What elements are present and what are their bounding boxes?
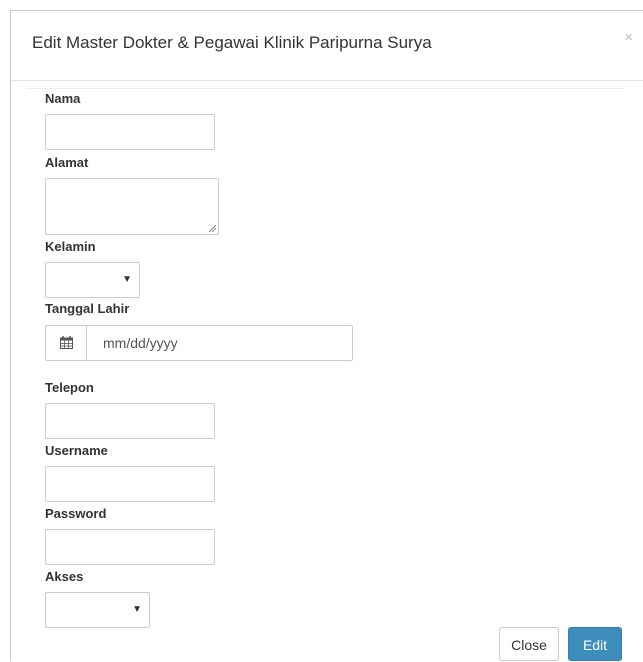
kelamin-select[interactable]: ▼ bbox=[45, 262, 140, 298]
resize-grip-icon[interactable] bbox=[209, 225, 216, 232]
nama-label: Nama bbox=[45, 91, 81, 106]
calendar-icon bbox=[60, 336, 73, 349]
page-backdrop bbox=[0, 0, 10, 661]
calendar-addon bbox=[46, 326, 87, 360]
edit-button[interactable]: Edit bbox=[568, 627, 622, 661]
username-label: Username bbox=[45, 443, 108, 458]
tanggal-lahir-input[interactable]: mm/dd/yyyy bbox=[103, 335, 178, 351]
alamat-label: Alamat bbox=[45, 155, 89, 170]
alamat-textarea[interactable] bbox=[45, 178, 219, 235]
modal-header: Edit Master Dokter & Pegawai Klinik Pari… bbox=[11, 11, 643, 81]
telepon-input[interactable] bbox=[45, 403, 215, 439]
chevron-down-icon: ▼ bbox=[122, 274, 132, 285]
tanggal-lahir-label: Tanggal Lahir bbox=[45, 301, 130, 316]
username-input[interactable] bbox=[45, 466, 215, 502]
password-label: Password bbox=[45, 506, 107, 521]
form-divider bbox=[26, 88, 624, 89]
close-icon[interactable]: × bbox=[624, 29, 633, 46]
akses-label: Akses bbox=[45, 569, 84, 584]
telepon-label: Telepon bbox=[45, 380, 94, 395]
password-input[interactable] bbox=[45, 529, 215, 565]
tanggal-lahir-input-group[interactable]: mm/dd/yyyy bbox=[45, 325, 353, 361]
close-button[interactable]: Close bbox=[499, 627, 559, 661]
chevron-down-icon: ▼ bbox=[132, 604, 142, 615]
nama-input[interactable] bbox=[45, 114, 215, 150]
kelamin-label: Kelamin bbox=[45, 239, 96, 254]
modal-title: Edit Master Dokter & Pegawai Klinik Pari… bbox=[32, 33, 432, 52]
akses-select[interactable]: ▼ bbox=[45, 592, 150, 628]
